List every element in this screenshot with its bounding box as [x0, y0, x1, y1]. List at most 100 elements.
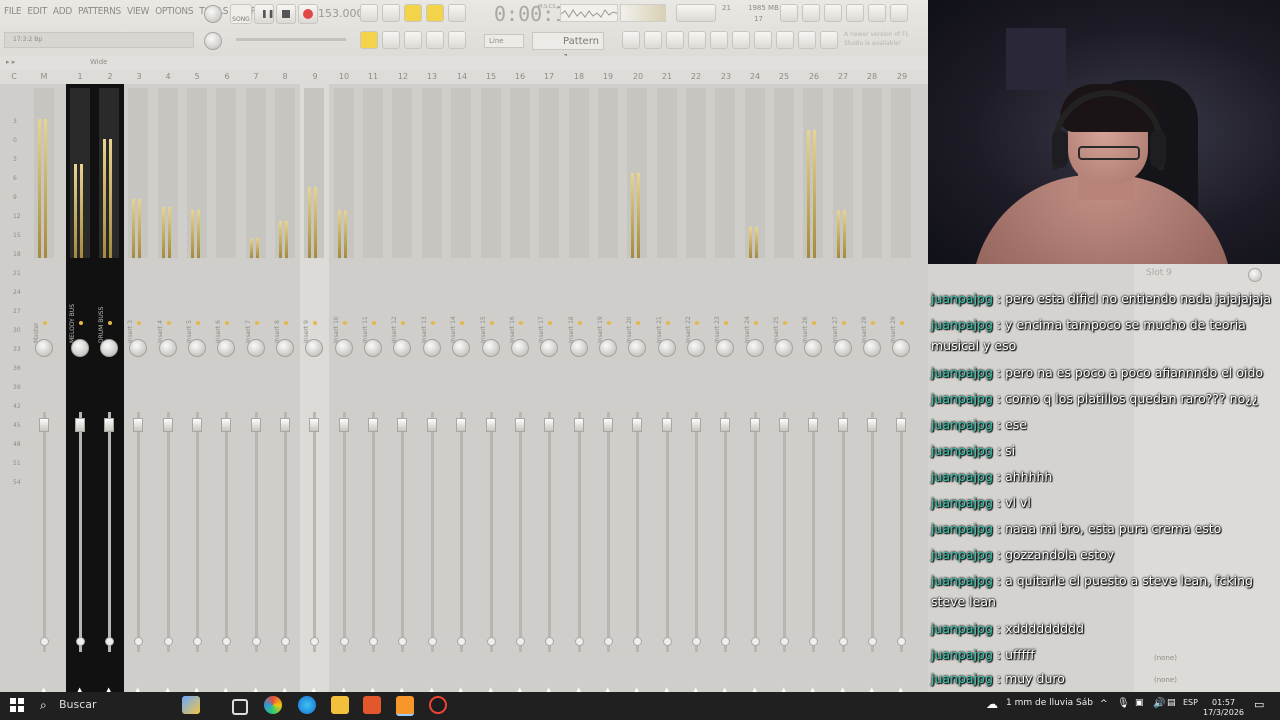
volume-fader[interactable]	[309, 418, 319, 432]
volume-fader[interactable]	[221, 418, 231, 432]
pan-knob[interactable]	[129, 339, 147, 357]
tool-slip-button[interactable]	[710, 31, 728, 49]
strip-label[interactable]: Insert 21	[656, 299, 664, 343]
insert-strip[interactable]: Insert 11 ▲	[359, 84, 388, 692]
mixer-arrow-icon[interactable]: ▸ ▸	[6, 58, 15, 66]
menu-file[interactable]: FILE	[4, 6, 22, 17]
volume-fader[interactable]	[368, 418, 378, 432]
insert-strip[interactable]: Insert 14 ▲	[447, 84, 476, 692]
send-switch[interactable]	[428, 637, 437, 646]
send-switch[interactable]	[868, 637, 877, 646]
send-switch[interactable]	[545, 637, 554, 646]
view-piano-roll-button[interactable]	[802, 4, 820, 22]
mute-led[interactable]	[607, 321, 611, 325]
search-icon[interactable]: ⌕	[40, 698, 47, 713]
tempo-display[interactable]: 153.000	[318, 7, 364, 20]
copilot-icon[interactable]	[182, 696, 200, 714]
mixer-width-label[interactable]: Wide	[90, 58, 107, 66]
master-volume-knob[interactable]	[204, 5, 222, 23]
mute-led[interactable]	[842, 321, 846, 325]
pan-knob[interactable]	[35, 339, 53, 357]
view-channel-rack-button[interactable]	[824, 4, 842, 22]
mute-led[interactable]	[636, 321, 640, 325]
mute-led[interactable]	[313, 321, 317, 325]
mute-led[interactable]	[372, 321, 376, 325]
mute-led[interactable]	[754, 321, 758, 325]
fl-studio-icon[interactable]	[396, 696, 414, 716]
volume-fader[interactable]	[896, 418, 906, 432]
volume-fader[interactable]	[662, 418, 672, 432]
pan-knob[interactable]	[100, 339, 118, 357]
strip-label[interactable]: Insert 23	[714, 299, 722, 343]
insert-strip[interactable]: Insert 18 ▲	[565, 84, 594, 692]
send-switch[interactable]	[633, 637, 642, 646]
strip-label[interactable]: Master	[33, 299, 41, 344]
menu-view[interactable]: VIEW	[127, 6, 149, 17]
strip-label[interactable]: Insert 9	[303, 299, 311, 343]
send-switch[interactable]	[281, 637, 290, 646]
mute-led[interactable]	[255, 321, 259, 325]
tool-draw-button[interactable]	[382, 31, 400, 49]
strip-label[interactable]: Insert 26	[802, 299, 810, 343]
tool-slice-button[interactable]	[622, 31, 640, 49]
mute-led[interactable]	[401, 321, 405, 325]
send-switch[interactable]	[516, 637, 525, 646]
record-button[interactable]	[298, 4, 318, 24]
volume-fader[interactable]	[603, 418, 613, 432]
metronome-button[interactable]	[360, 4, 378, 22]
pan-knob[interactable]	[335, 339, 353, 357]
volume-fader[interactable]	[280, 418, 290, 432]
master-pitch-knob[interactable]	[204, 32, 222, 50]
pan-knob[interactable]	[746, 339, 764, 357]
insert-strip[interactable]: Insert 12 ▲	[388, 84, 417, 692]
volume-fader[interactable]	[720, 418, 730, 432]
master-strip[interactable]: Master ▲	[30, 84, 59, 692]
strip-label[interactable]: Insert 22	[685, 299, 693, 343]
send-switch[interactable]	[222, 637, 231, 646]
insert-strip[interactable]: Insert 26 ▲	[799, 84, 828, 692]
volume-fader[interactable]	[838, 418, 848, 432]
insert-strip[interactable]: Insert 29 ▲	[887, 84, 916, 692]
pan-knob[interactable]	[247, 339, 265, 357]
pan-knob[interactable]	[71, 339, 89, 357]
step-edit-button[interactable]	[426, 4, 444, 22]
send-switch[interactable]	[604, 637, 613, 646]
song-mode-toggle[interactable]: SONG	[230, 4, 252, 24]
send-switch[interactable]	[780, 637, 789, 646]
insert-strip[interactable]: MELODY BUS ▲	[66, 84, 95, 692]
strip-label[interactable]: Insert 8	[274, 299, 282, 343]
volume-fader[interactable]	[339, 418, 349, 432]
insert-strip[interactable]: Insert 24 ▲	[741, 84, 770, 692]
menu-patterns[interactable]: PATTERNS	[78, 6, 121, 17]
insert-strip[interactable]: Insert 20 ▲	[623, 84, 652, 692]
pan-knob[interactable]	[305, 339, 323, 357]
pitch-slider[interactable]	[236, 38, 346, 41]
mute-led[interactable]	[225, 321, 229, 325]
insert-strip[interactable]: Insert 9 ▲	[300, 84, 329, 692]
insert-strip[interactable]: Insert 19 ▲	[594, 84, 623, 692]
volume-fader[interactable]	[133, 418, 143, 432]
send-switch[interactable]	[310, 637, 319, 646]
brave-icon[interactable]	[363, 696, 381, 714]
volume-fader[interactable]	[808, 418, 818, 432]
mute-led[interactable]	[519, 321, 523, 325]
update-notice[interactable]: A newer version of FL Studio is availabl…	[844, 30, 928, 52]
input-language[interactable]: ESP	[1183, 698, 1198, 707]
mute-led[interactable]	[812, 321, 816, 325]
view-plugin-button[interactable]	[890, 4, 908, 22]
network-icon[interactable]: ▤	[1167, 698, 1176, 708]
pan-knob[interactable]	[423, 339, 441, 357]
pattern-selector[interactable]: Pattern 1	[532, 32, 604, 64]
send-switch[interactable]	[193, 637, 202, 646]
mute-led[interactable]	[490, 321, 494, 325]
microphone-icon[interactable]: 🎙	[1117, 698, 1130, 709]
volume-fader[interactable]	[397, 418, 407, 432]
strip-label[interactable]: Insert 14	[450, 299, 458, 343]
volume-fader[interactable]	[192, 418, 202, 432]
insert-strip[interactable]: Insert 10 ▲	[330, 84, 359, 692]
insert-strip[interactable]: Insert 27 ▲	[829, 84, 858, 692]
volume-fader[interactable]	[779, 418, 789, 432]
tool-chop-button[interactable]	[732, 31, 750, 49]
edge-icon[interactable]	[298, 696, 316, 714]
mute-led[interactable]	[900, 321, 904, 325]
